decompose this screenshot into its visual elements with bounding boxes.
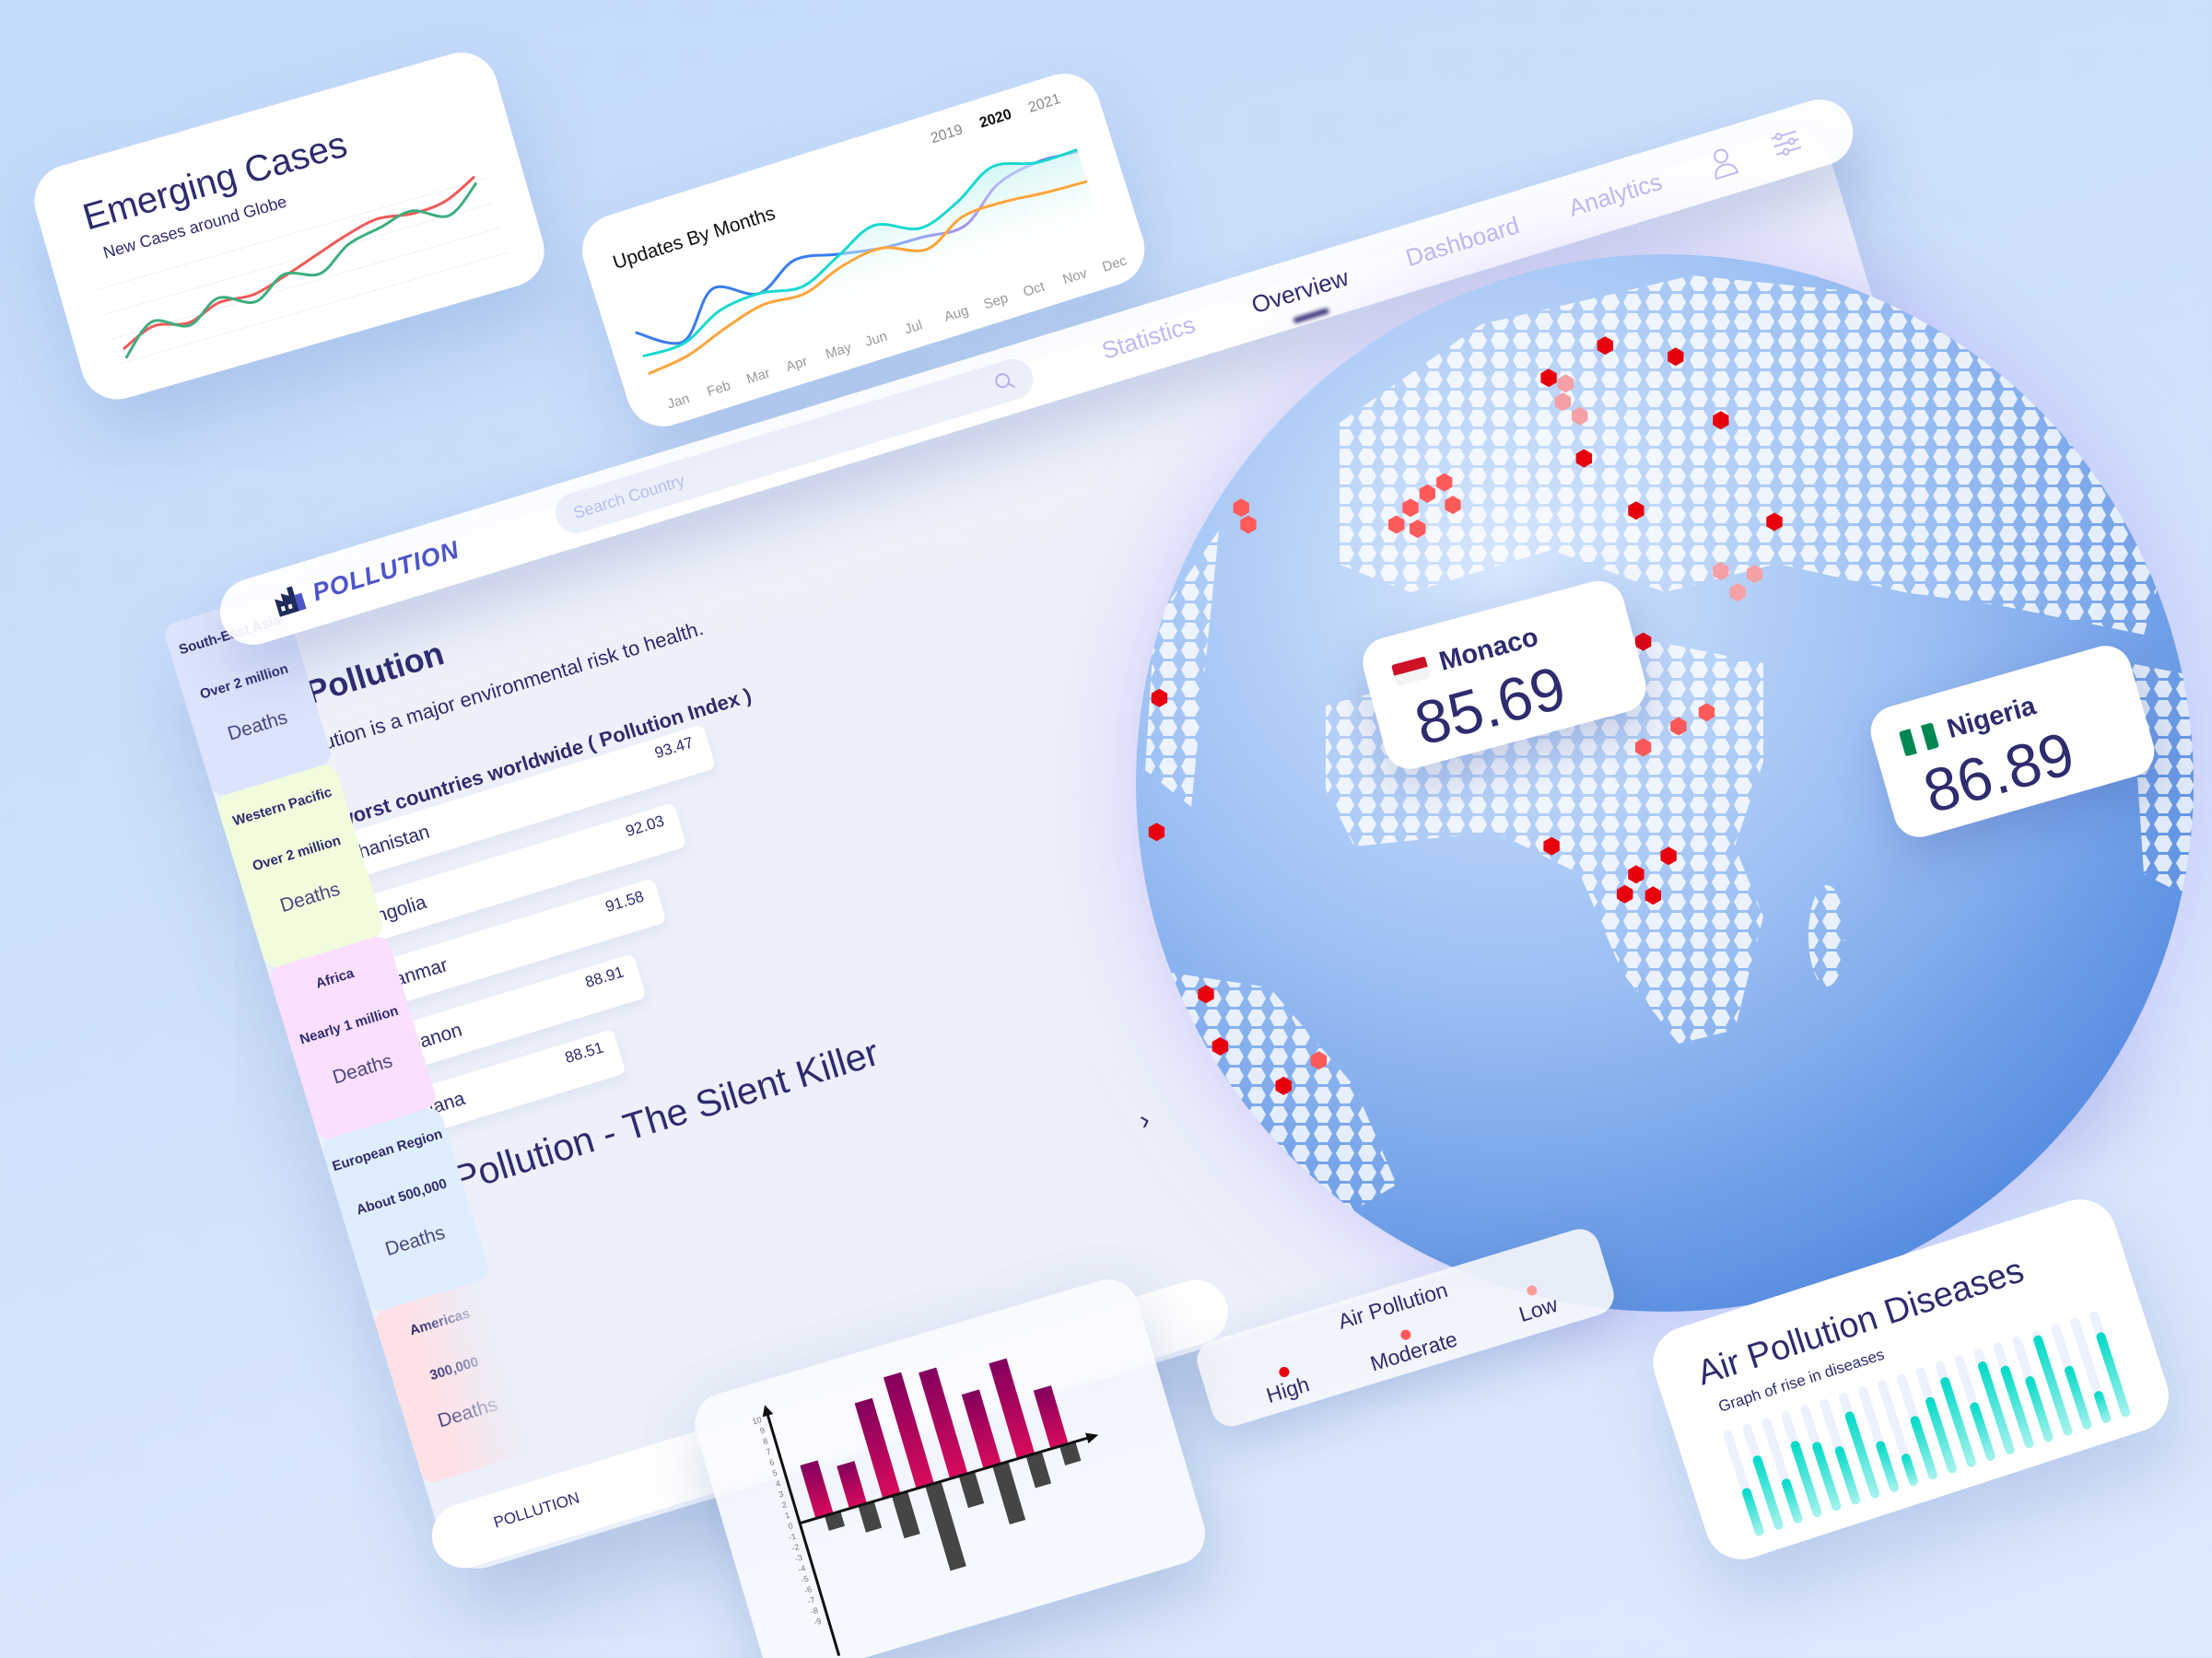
month-tick-label: Sep [981, 290, 1011, 313]
y-tick-label: 3 [778, 1489, 785, 1500]
region-card[interactable]: European Region About 500,000 Deaths [320, 1104, 492, 1314]
deaths-label: Deaths [277, 878, 343, 917]
settings-sliders-icon[interactable] [1768, 125, 1804, 160]
y-tick-label: 9 [759, 1426, 767, 1436]
pollution-index: 93.47 [652, 733, 696, 763]
month-tick-label: Feb [705, 378, 733, 401]
factory-icon [275, 586, 307, 617]
disease-bar [1741, 1488, 1764, 1536]
y-tick-label: 6 [768, 1457, 776, 1467]
death-amount: Over 2 million [251, 832, 343, 875]
positive-bar [854, 1397, 901, 1499]
silent-killer-heading: Air Pollution - The Silent Killer [393, 1031, 884, 1218]
positive-bar [1033, 1385, 1069, 1450]
year-2020-tab[interactable]: 2020 [977, 107, 1013, 133]
y-tick-label: 2 [780, 1500, 788, 1510]
region-card[interactable]: Western Pacific Over 2 million Deaths [215, 762, 387, 970]
positive-bar [800, 1460, 834, 1519]
month-tick-label: Apr [784, 353, 810, 376]
month-tick-label: Oct [1021, 278, 1047, 300]
legend-high: High [1263, 1372, 1313, 1408]
footer-label: POLLUTION [491, 1489, 582, 1532]
emerging-cases-card: Emerging Cases New Cases around Globe [26, 43, 554, 408]
y-tick-label: 8 [762, 1436, 769, 1446]
month-tick-label: Jan [665, 391, 692, 413]
low-dot-icon [1525, 1284, 1539, 1297]
y-tick-label: -9 [813, 1617, 823, 1628]
disease-bar [1781, 1478, 1803, 1524]
negative-bar [992, 1461, 1026, 1525]
legend-low: Low [1516, 1291, 1561, 1326]
pollution-index: 91.58 [603, 887, 647, 917]
legend-moderate: Moderate [1367, 1326, 1460, 1376]
grid-line [118, 251, 509, 365]
nav-analytics[interactable]: Analytics [1565, 168, 1666, 223]
positive-bar [989, 1358, 1036, 1459]
y-tick-label: 5 [771, 1468, 778, 1478]
year-2019-tab[interactable]: 2019 [929, 122, 965, 147]
pollution-index: 92.03 [623, 811, 667, 841]
negative-bar [891, 1491, 920, 1539]
negative-bar [925, 1481, 966, 1571]
grid-line [103, 202, 494, 315]
negative-bar [1025, 1451, 1052, 1489]
month-tick-label: Jul [902, 317, 925, 338]
y-tick-label: 0 [787, 1521, 794, 1531]
y-tick-label: 4 [775, 1478, 782, 1489]
y-tick-label: -1 [788, 1532, 798, 1543]
x-axis-arrow-icon [1085, 1432, 1099, 1444]
disease-bar [1876, 1441, 1900, 1492]
user-icon[interactable] [1706, 145, 1739, 181]
y-tick-label: -2 [790, 1542, 801, 1553]
month-tick-label: Mar [744, 365, 772, 388]
y-tick-label: -3 [794, 1553, 804, 1564]
y-tick-label: 1 [784, 1511, 791, 1521]
death-amount: Over 2 million [198, 660, 290, 703]
negative-bar [958, 1471, 985, 1509]
disease-bar [1901, 1454, 1918, 1487]
positive-bar [961, 1389, 1001, 1469]
monaco-flag-icon [1390, 655, 1431, 686]
region-card[interactable]: Americas 300,000 Deaths [372, 1277, 544, 1486]
month-tick-label: May [824, 339, 854, 363]
disease-bar [2094, 1391, 2112, 1424]
deaths-label: Deaths [435, 1394, 500, 1432]
y-tick-label: 10 [751, 1415, 762, 1426]
pollution-index: 88.91 [582, 963, 626, 992]
y-axis [764, 1407, 841, 1656]
month-tick-label: Dec [1100, 252, 1129, 275]
deaths-label: Deaths [330, 1050, 395, 1089]
search-placeholder: Search Country [570, 470, 687, 522]
deaths-label: Deaths [225, 706, 290, 745]
positive-bar [837, 1461, 868, 1509]
search-icon[interactable] [992, 369, 1017, 394]
deaths-label: Deaths [382, 1221, 448, 1261]
y-tick-label: -6 [803, 1584, 813, 1595]
death-amount: 300,000 [427, 1353, 481, 1384]
month-tick-label: Jun [862, 328, 890, 350]
pollution-index: 88.51 [562, 1038, 606, 1068]
month-tick-label: Aug [942, 302, 971, 325]
y-tick-label: -4 [797, 1563, 807, 1574]
year-2021-tab[interactable]: 2021 [1026, 91, 1062, 117]
death-amount: About 500,000 [354, 1175, 450, 1219]
death-amount: Nearly 1 million [298, 1002, 401, 1048]
y-tick-label: -8 [810, 1605, 820, 1617]
y-tick-label: -5 [800, 1574, 810, 1585]
madagascar-region [1808, 885, 1845, 987]
month-tick-label: Nov [1060, 265, 1090, 288]
nigeria-flag-icon [1898, 721, 1939, 757]
y-tick-label: -7 [806, 1595, 816, 1606]
y-tick-label: 7 [765, 1447, 772, 1457]
y-axis-arrow-icon [762, 1405, 774, 1418]
